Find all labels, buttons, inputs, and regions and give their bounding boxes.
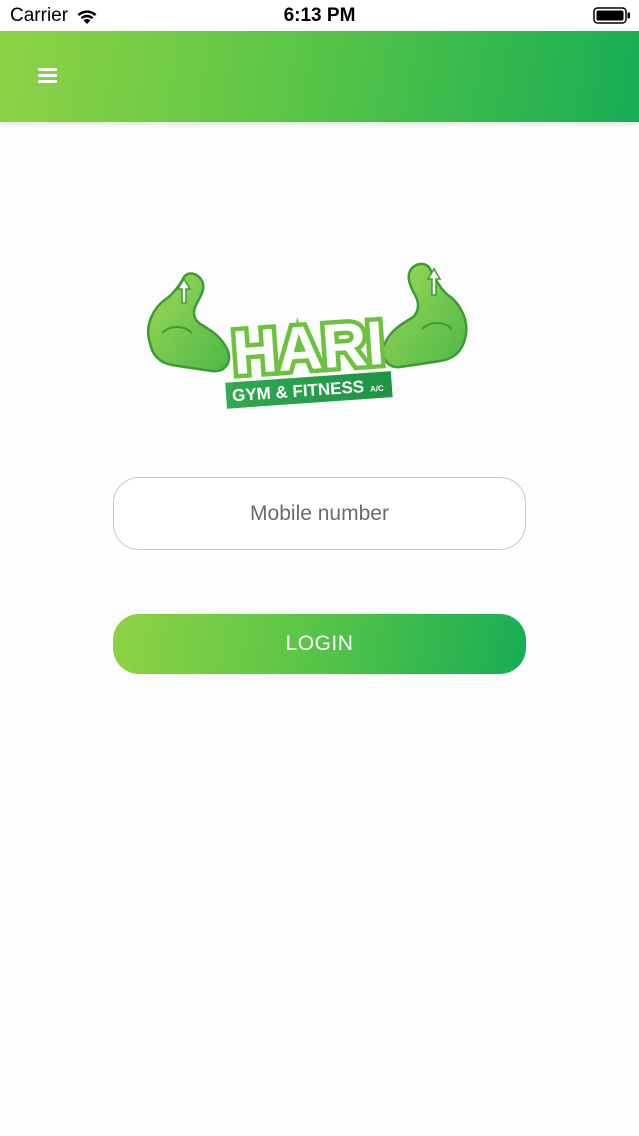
status-time: 6:13 PM xyxy=(283,5,356,26)
right-flexed-arm-icon xyxy=(381,262,468,369)
left-flexed-arm-icon xyxy=(147,272,231,373)
hamburger-menu-icon[interactable] xyxy=(38,68,58,86)
mobile-number-input[interactable] xyxy=(113,477,526,550)
battery-full-icon xyxy=(593,7,630,24)
app-header xyxy=(0,31,639,122)
login-button[interactable]: LOGIN xyxy=(113,614,526,674)
status-bar: Carrier 6:13 PM xyxy=(0,0,639,31)
gym-logo: HARI GYM & FITNESS A/C xyxy=(147,262,468,409)
logo-suffix: A/C xyxy=(370,384,385,394)
